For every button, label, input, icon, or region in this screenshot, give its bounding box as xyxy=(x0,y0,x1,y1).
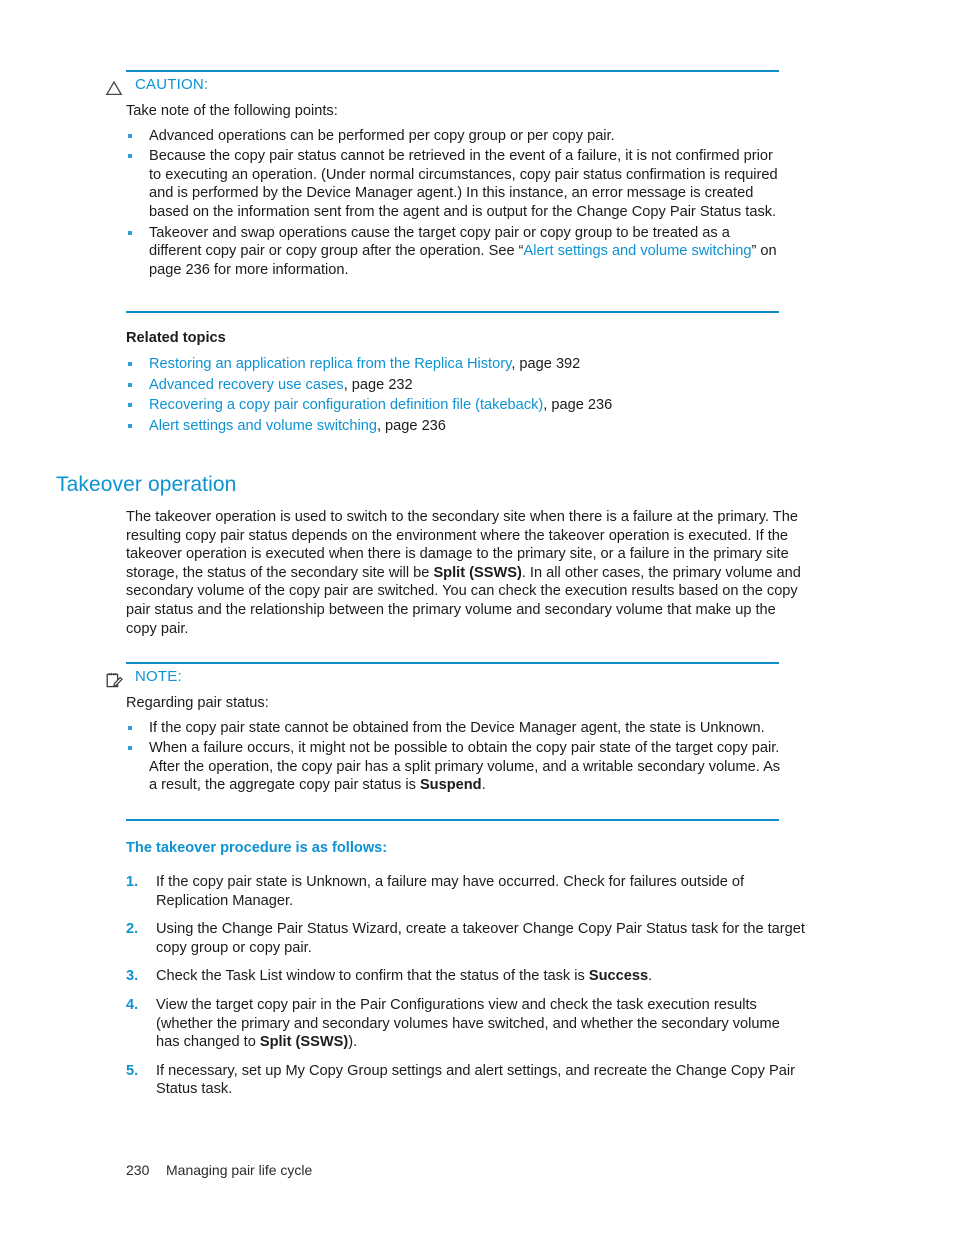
note-bullet-list: If the copy pair state cannot be obtaine… xyxy=(126,719,786,795)
list-item: If the copy pair state cannot be obtaine… xyxy=(126,719,786,738)
step-text: View the target copy pair in the Pair Co… xyxy=(156,997,780,1050)
text-run: ). xyxy=(348,1034,358,1051)
note-intro: Regarding pair status: xyxy=(126,695,269,711)
procedure-step-list: 1. If the copy pair state is Unknown, a … xyxy=(126,873,806,1099)
emphasis-text: Suspend xyxy=(419,777,482,794)
emphasis-text: Success xyxy=(588,968,649,985)
bullet-marker-icon xyxy=(128,362,132,366)
page-footer: 230 Managing pair life cycle xyxy=(126,1162,312,1178)
notepad-pencil-icon xyxy=(104,670,124,690)
list-item: When a failure occurs, it might not be p… xyxy=(126,739,786,795)
text-run: Using the Change Pair Status Wizard, cre… xyxy=(156,921,805,956)
list-item: 5. If necessary, set up My Copy Group se… xyxy=(126,1062,806,1099)
bullet-marker-icon xyxy=(128,725,132,730)
text-run: . xyxy=(481,777,486,794)
note-body: Regarding pair status: If the copy pair … xyxy=(126,694,786,797)
text-run: . xyxy=(648,968,653,985)
caution-bullet-text: Takeover and swap operations cause the t… xyxy=(149,225,777,278)
step-text: Using the Change Pair Status Wizard, cre… xyxy=(156,921,805,956)
step-text: If the copy pair state is Unknown, a fai… xyxy=(156,874,744,909)
step-number: 5. xyxy=(126,1062,139,1079)
bullet-marker-icon xyxy=(128,154,132,159)
text-run: If the copy pair state cannot be obtaine… xyxy=(149,719,765,736)
bullet-marker-icon xyxy=(128,230,132,235)
takeover-paragraph: The takeover operation is used to switch… xyxy=(126,508,802,638)
list-item: 1. If the copy pair state is Unknown, a … xyxy=(126,873,806,910)
note-top-rule xyxy=(126,662,779,664)
related-topic-link[interactable]: Recovering a copy pair configuration def… xyxy=(149,397,543,413)
related-topics-section: Related topics Restoring an application … xyxy=(126,330,806,437)
bullet-marker-icon xyxy=(128,746,132,751)
list-item: Takeover and swap operations cause the t… xyxy=(126,224,786,280)
caution-admonition: CAUTION: Take note of the following poin… xyxy=(104,70,804,290)
note-label: NOTE: xyxy=(135,668,182,685)
inline-link[interactable]: Alert settings and volume switching xyxy=(524,243,752,259)
related-topic-link[interactable]: Restoring an application replica from th… xyxy=(149,356,511,372)
text-run: Check the Task List window to confirm th… xyxy=(156,968,589,985)
list-item[interactable]: Restoring an application replica from th… xyxy=(126,355,806,374)
step-text: If necessary, set up My Copy Group setti… xyxy=(156,1063,795,1098)
related-topic-page: , page 236 xyxy=(543,397,613,414)
document-page: CAUTION: Take note of the following poin… xyxy=(0,0,954,1235)
related-topics-heading: Related topics xyxy=(126,330,226,346)
related-topic-page: , page 236 xyxy=(376,417,446,434)
related-topic-page: , page 232 xyxy=(343,376,413,393)
procedure-heading: The takeover procedure is as follows: xyxy=(126,840,388,856)
list-item[interactable]: Alert settings and volume switching, pag… xyxy=(126,417,806,436)
text-run: View the target copy pair in the Pair Co… xyxy=(156,996,780,1051)
footer-page-number: 230 xyxy=(126,1162,150,1178)
emphasis-text: Split (SSWS) xyxy=(433,564,522,581)
text-run: If the copy pair state is Unknown, a fai… xyxy=(156,874,745,909)
bullet-marker-icon xyxy=(128,382,132,387)
caution-body: Take note of the following points: Advan… xyxy=(126,102,786,281)
caution-bottom-rule xyxy=(126,311,779,313)
bullet-marker-icon xyxy=(128,423,132,428)
page-title: Takeover operation xyxy=(56,473,237,496)
bullet-marker-icon xyxy=(128,403,132,408)
bullet-marker-icon xyxy=(128,133,132,138)
related-topics-list: Restoring an application replica from th… xyxy=(126,355,806,435)
caution-bullet-text: Because the copy pair status cannot be r… xyxy=(149,148,778,220)
text-run: If necessary, set up My Copy Group setti… xyxy=(156,1062,795,1098)
list-item[interactable]: Recovering a copy pair configuration def… xyxy=(126,396,806,415)
footer-chapter-title: Managing pair life cycle xyxy=(166,1162,313,1178)
list-item: 3. Check the Task List window to confirm… xyxy=(126,967,806,986)
note-bottom-rule xyxy=(126,819,779,821)
list-item: 2. Using the Change Pair Status Wizard, … xyxy=(126,920,806,957)
note-bullet-text: When a failure occurs, it might not be p… xyxy=(149,740,780,793)
list-item: Because the copy pair status cannot be r… xyxy=(126,147,786,221)
caution-label: CAUTION: xyxy=(135,76,209,93)
text-run: Because the copy pair status cannot be r… xyxy=(149,148,778,220)
caution-intro: Take note of the following points: xyxy=(126,103,338,119)
note-admonition: NOTE: Regarding pair status: If the copy… xyxy=(104,662,804,822)
warning-triangle-icon xyxy=(104,78,124,98)
related-topic-link[interactable]: Advanced recovery use cases xyxy=(149,377,344,393)
caution-bullet-text: Advanced operations can be performed per… xyxy=(149,128,615,144)
note-bullet-text: If the copy pair state cannot be obtaine… xyxy=(149,720,765,736)
procedure-section: The takeover procedure is as follows: 1.… xyxy=(126,840,806,1109)
related-topic-link[interactable]: Alert settings and volume switching xyxy=(149,418,377,434)
list-item: Advanced operations can be performed per… xyxy=(126,127,786,146)
step-number: 2. xyxy=(126,921,139,938)
emphasis-text: Split (SSWS) xyxy=(259,1034,349,1051)
step-number: 1. xyxy=(126,874,139,890)
text-run: Advanced operations can be performed per… xyxy=(149,127,615,144)
list-item[interactable]: Advanced recovery use cases, page 232 xyxy=(126,376,806,395)
step-text: Check the Task List window to confirm th… xyxy=(156,968,652,984)
caution-bullet-list: Advanced operations can be performed per… xyxy=(126,127,786,280)
caution-top-rule xyxy=(126,70,779,72)
related-topic-page: , page 392 xyxy=(511,356,581,372)
step-number: 3. xyxy=(126,968,139,985)
list-item: 4. View the target copy pair in the Pair… xyxy=(126,996,806,1052)
step-number: 4. xyxy=(126,996,139,1013)
